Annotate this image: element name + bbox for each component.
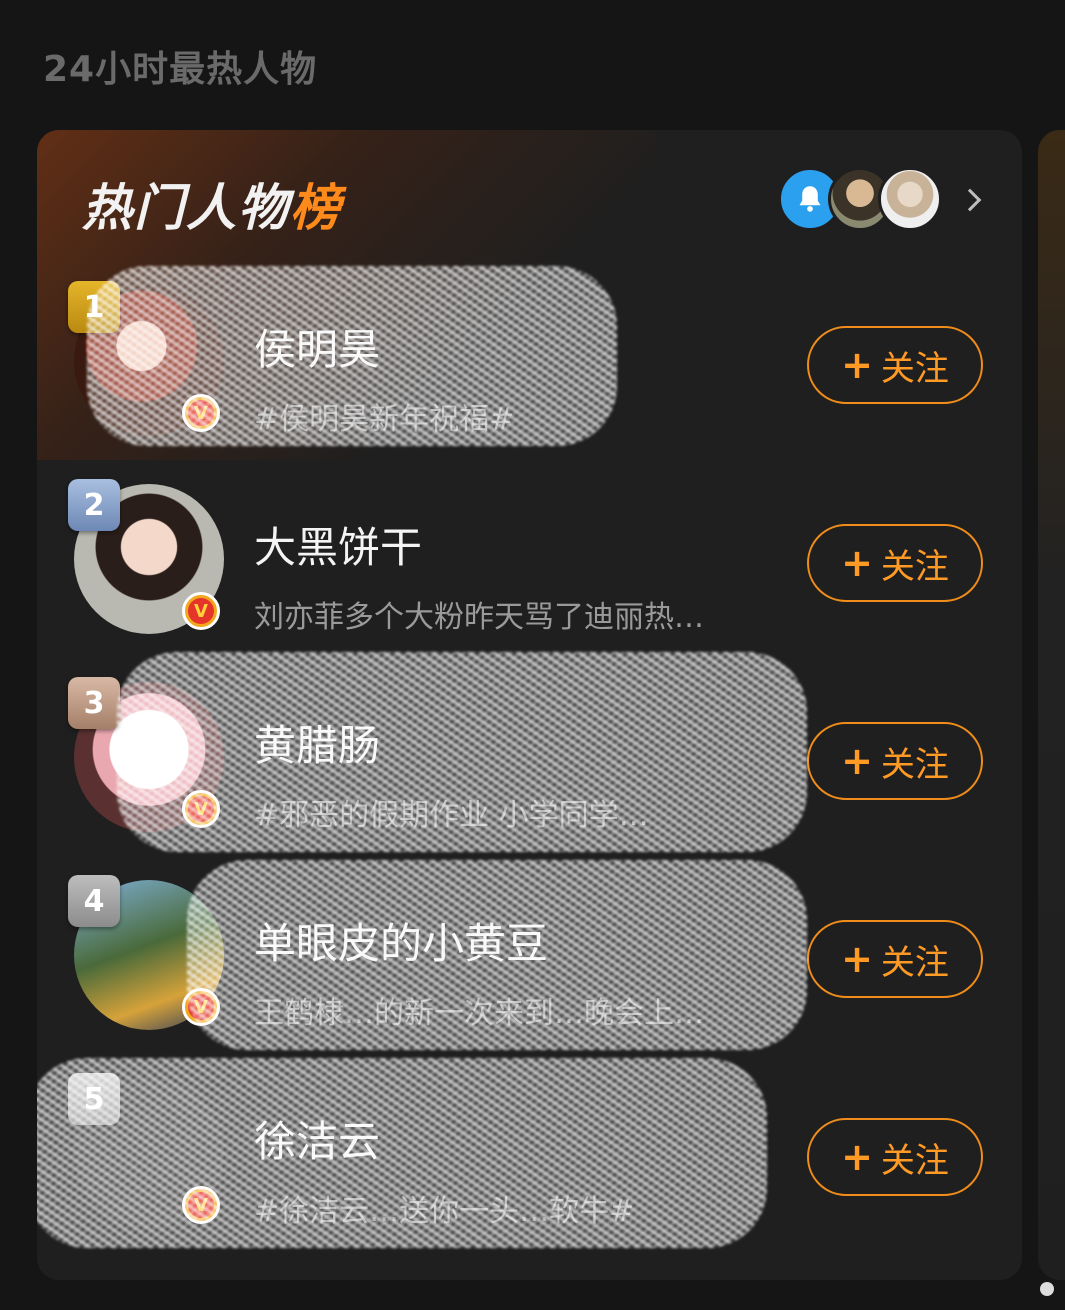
verified-icon: V bbox=[182, 394, 220, 432]
rank-badge: 5 bbox=[68, 1073, 120, 1125]
user-name[interactable]: 大黑饼干 bbox=[254, 514, 422, 575]
list-item[interactable]: 5 V 徐洁云 #徐洁云…送你一头…软牛# + 关注 bbox=[37, 1058, 1022, 1248]
plus-icon: + bbox=[841, 343, 873, 387]
user-avatar[interactable]: 3 V bbox=[68, 677, 224, 832]
follow-label: 关注 bbox=[880, 1140, 949, 1181]
follow-label: 关注 bbox=[880, 942, 949, 983]
page-title: 24小时最热人物 bbox=[43, 49, 318, 90]
verified-icon: V bbox=[182, 1186, 220, 1224]
rank-badge: 2 bbox=[68, 479, 120, 531]
plus-icon: + bbox=[841, 937, 873, 981]
list-item[interactable]: 1 V 侯明昊 #侯明昊新年祝福# + 关注 bbox=[37, 266, 1022, 456]
follow-button[interactable]: + 关注 bbox=[807, 524, 983, 602]
list-item[interactable]: 2 V 大黑饼干 刘亦菲多个大粉昨天骂了迪丽热… + 关注 bbox=[37, 479, 1022, 654]
user-topic[interactable]: 刘亦菲多个大粉昨天骂了迪丽热… bbox=[254, 592, 799, 636]
verified-icon: V bbox=[182, 592, 220, 630]
plus-icon: + bbox=[841, 541, 873, 585]
follow-label: 关注 bbox=[880, 744, 949, 785]
plus-icon: + bbox=[841, 1135, 873, 1179]
rank-badge: 3 bbox=[68, 677, 120, 729]
follow-label: 关注 bbox=[880, 348, 949, 389]
follow-button[interactable]: + 关注 bbox=[807, 326, 983, 404]
user-avatar[interactable]: 2 V bbox=[68, 479, 224, 634]
user-topic[interactable]: 王鹤棣…的新一次来到…晚会上… bbox=[254, 988, 799, 1032]
user-topic[interactable]: #徐洁云…送你一头…软牛# bbox=[254, 1186, 799, 1230]
user-topic[interactable]: #邪恶的假期作业 小学同学… bbox=[254, 790, 799, 834]
follow-button[interactable]: + 关注 bbox=[807, 920, 983, 998]
celebrity-avatar bbox=[878, 167, 942, 231]
user-avatar[interactable]: 4 V bbox=[68, 875, 224, 1030]
user-name[interactable]: 黄腊肠 bbox=[254, 712, 380, 773]
user-topic[interactable]: #侯明昊新年祝福# bbox=[254, 394, 799, 438]
rank-badge: 1 bbox=[68, 281, 120, 333]
card-title-accent: 榜 bbox=[290, 179, 342, 237]
plus-icon: + bbox=[841, 739, 873, 783]
follow-button[interactable]: + 关注 bbox=[807, 1118, 983, 1196]
list-item[interactable]: 3 V 黄腊肠 #邪恶的假期作业 小学同学… + 关注 bbox=[37, 652, 1022, 852]
card-title-main: 热门人物 bbox=[82, 179, 290, 237]
user-name[interactable]: 单眼皮的小黄豆 bbox=[254, 910, 548, 971]
follow-label: 关注 bbox=[880, 546, 949, 587]
home-indicator bbox=[1040, 1282, 1054, 1296]
list-item[interactable]: 4 V 单眼皮的小黄豆 王鹤棣…的新一次来到…晚会上… + 关注 bbox=[37, 860, 1022, 1050]
user-name[interactable]: 侯明昊 bbox=[254, 316, 380, 377]
verified-icon: V bbox=[182, 988, 220, 1026]
user-avatar[interactable]: 1 V bbox=[68, 281, 224, 436]
card-title: 热门人物榜 bbox=[82, 168, 342, 240]
card-header-more[interactable] bbox=[778, 167, 982, 231]
hot-people-card: 热门人物榜 1 V 侯明昊 #侯明昊新年祝福# + 关注 2 V 大黑饼干 刘亦菲… bbox=[37, 130, 1022, 1280]
user-avatar[interactable]: 5 V bbox=[68, 1073, 224, 1228]
verified-icon: V bbox=[182, 790, 220, 828]
user-name[interactable]: 徐洁云 bbox=[254, 1108, 380, 1169]
rank-badge: 4 bbox=[68, 875, 120, 927]
follow-button[interactable]: + 关注 bbox=[807, 722, 983, 800]
chevron-right-icon[interactable] bbox=[960, 188, 982, 210]
next-card-peek[interactable] bbox=[1038, 130, 1065, 1280]
